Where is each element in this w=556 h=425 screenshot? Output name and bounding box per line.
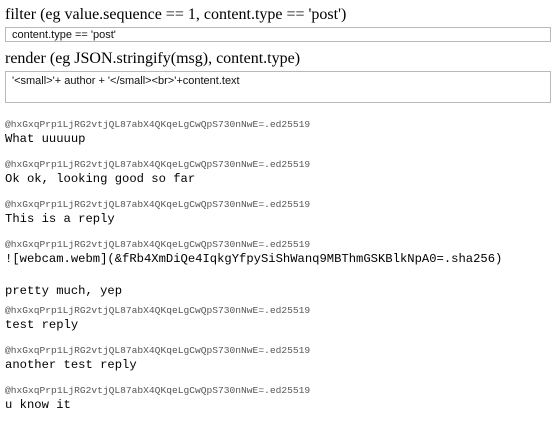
message-item: @hxGxqPrp1LjRG2vtjQL87abX4QKqeLgCwQpS730… xyxy=(5,119,556,159)
message-author: @hxGxqPrp1LjRG2vtjQL87abX4QKqeLgCwQpS730… xyxy=(5,345,311,356)
message-item: @hxGxqPrp1LjRG2vtjQL87abX4QKqeLgCwQpS730… xyxy=(5,159,556,199)
message-item: @hxGxqPrp1LjRG2vtjQL87abX4QKqeLgCwQpS730… xyxy=(5,345,556,385)
message-text: ![webcam.webm](&fRb4XmDiQe4IqkgYfpySiShW… xyxy=(5,252,503,266)
message-item: @hxGxqPrp1LjRG2vtjQL87abX4QKqeLgCwQpS730… xyxy=(5,239,556,305)
message-item: @hxGxqPrp1LjRG2vtjQL87abX4QKqeLgCwQpS730… xyxy=(5,385,556,425)
message-author: @hxGxqPrp1LjRG2vtjQL87abX4QKqeLgCwQpS730… xyxy=(5,385,311,396)
message-author: @hxGxqPrp1LjRG2vtjQL87abX4QKqeLgCwQpS730… xyxy=(5,159,311,170)
message-author: @hxGxqPrp1LjRG2vtjQL87abX4QKqeLgCwQpS730… xyxy=(5,305,311,316)
message-text: Ok ok, looking good so far xyxy=(5,172,196,186)
message-text: u know it xyxy=(5,398,71,412)
render-input[interactable]: '<small>'+ author + '</small><br>'+conte… xyxy=(5,71,551,103)
filter-input[interactable] xyxy=(5,27,551,42)
message-author: @hxGxqPrp1LjRG2vtjQL87abX4QKqeLgCwQpS730… xyxy=(5,199,311,210)
message-feed: @hxGxqPrp1LjRG2vtjQL87abX4QKqeLgCwQpS730… xyxy=(5,119,556,425)
message-text: test reply xyxy=(5,318,79,332)
render-label: render (eg JSON.stringify(msg), content.… xyxy=(5,50,301,67)
message-text-continuation: pretty much, yep xyxy=(5,284,123,298)
filter-label: filter (eg value.sequence == 1, content.… xyxy=(5,6,347,23)
message-item: @hxGxqPrp1LjRG2vtjQL87abX4QKqeLgCwQpS730… xyxy=(5,305,556,345)
message-author: @hxGxqPrp1LjRG2vtjQL87abX4QKqeLgCwQpS730… xyxy=(5,239,311,250)
message-item: @hxGxqPrp1LjRG2vtjQL87abX4QKqeLgCwQpS730… xyxy=(5,199,556,239)
message-text: another test reply xyxy=(5,358,137,372)
message-text: This is a reply xyxy=(5,212,115,226)
message-text: What uuuuup xyxy=(5,132,86,146)
message-author: @hxGxqPrp1LjRG2vtjQL87abX4QKqeLgCwQpS730… xyxy=(5,119,311,130)
